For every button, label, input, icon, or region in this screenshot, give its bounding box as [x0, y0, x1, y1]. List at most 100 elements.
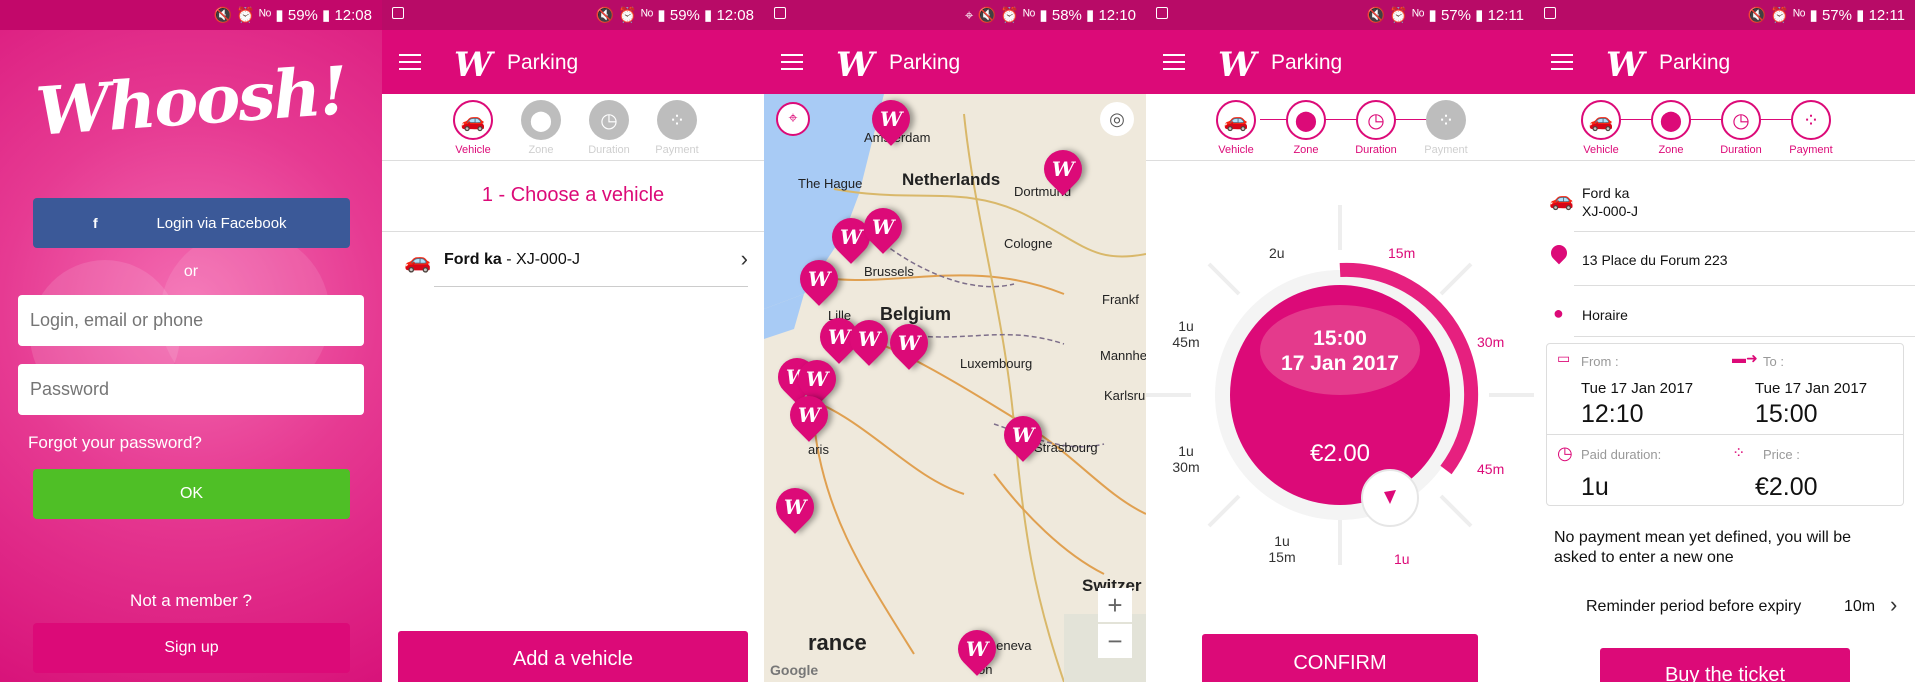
app-bar: W Parking	[1146, 30, 1534, 94]
step-label: Vehicle	[455, 144, 491, 156]
facebook-login-button[interactable]: f Login via Facebook	[33, 198, 350, 248]
whoosh-w-icon: W	[807, 266, 831, 291]
app-logo: W	[1218, 45, 1256, 85]
clock-icon: ◷	[1721, 100, 1761, 140]
ok-button[interactable]: OK	[33, 469, 350, 519]
step-label: Zone	[1293, 144, 1319, 156]
map-label: Frankf	[1102, 292, 1139, 307]
map-label: aris	[808, 442, 829, 457]
password-input[interactable]	[18, 364, 364, 415]
menu-icon[interactable]	[1163, 54, 1185, 70]
car-icon: 🚗	[453, 100, 493, 140]
step-label: Duration	[1720, 144, 1762, 156]
divider	[1574, 231, 1915, 232]
summary-zone: 13 Place du Forum 223	[1582, 252, 1728, 268]
paid-duration-value: 1u	[1581, 473, 1609, 501]
dial-label: 1u 30m	[1172, 443, 1200, 475]
status-bar: 🔇 ⏰ ᴺᵒ ▮ 59% ▮ 12:08	[382, 0, 764, 30]
menu-icon[interactable]	[399, 54, 421, 70]
location-pin-icon	[1547, 241, 1571, 265]
car-icon: 🚗	[1216, 100, 1256, 140]
dial-label: 1u 15m	[1268, 533, 1296, 565]
whoosh-w-icon: W	[965, 636, 989, 661]
login-input[interactable]	[18, 295, 364, 346]
app-title: Parking	[1271, 51, 1343, 74]
zoom-out-button[interactable]: −	[1098, 624, 1132, 658]
summary-screen: 🔇 ⏰ ᴺᵒ ▮ 57% ▮ 12:11 W Parking 🚗 Vehicle …	[1534, 0, 1915, 682]
confirm-button[interactable]: CONFIRM	[1202, 634, 1478, 682]
map-label: Brussels	[864, 264, 914, 279]
reminder-row[interactable]: Reminder period before expiry 10m ›	[1534, 592, 1915, 624]
to-date: Tue 17 Jan 2017	[1755, 380, 1868, 397]
whoosh-w-icon: W	[879, 106, 903, 131]
divider	[1574, 285, 1915, 286]
whoosh-logo: Whoosh!	[33, 51, 349, 151]
my-location-icon[interactable]: ◎	[1100, 102, 1134, 136]
step-label: Duration	[588, 144, 630, 156]
step-payment: ⁘ Payment	[1415, 100, 1477, 156]
status-bar: 🔇 ⏰ ᴺᵒ ▮ 57% ▮ 12:11	[1146, 0, 1534, 30]
ticket-details-card: ▭ From : Tue 17 Jan 2017 12:10 ▬➜ To : T…	[1546, 343, 1904, 506]
to-label: To :	[1763, 354, 1784, 369]
step-label: Zone	[1658, 144, 1684, 156]
dial-end-date: 17 Jan 2017	[1281, 352, 1399, 375]
car-arrow-icon: ▬➜	[1732, 350, 1758, 366]
duration-dial[interactable]	[1146, 190, 1534, 610]
buy-ticket-button[interactable]: Buy the ticket	[1600, 648, 1850, 682]
map-view[interactable]: ⌖ ◎ Amsterdam The Hague Netherlands Dort…	[764, 94, 1146, 682]
clock-icon: ◷	[1557, 443, 1573, 463]
gallery-icon	[1156, 7, 1168, 19]
clock-icon: ◷	[1356, 100, 1396, 140]
app-logo: W	[836, 45, 874, 85]
coins-icon: ⁘	[657, 100, 697, 140]
map-label: Luxembourg	[960, 356, 1033, 371]
step-zone[interactable]: ⬤ Zone	[1275, 100, 1337, 156]
step-label: Vehicle	[1218, 144, 1254, 156]
coins-icon: ⁘	[1426, 100, 1466, 140]
step-vehicle[interactable]: 🚗 Vehicle	[442, 100, 504, 156]
price-value: €2.00	[1755, 473, 1818, 501]
divider	[1547, 434, 1903, 435]
step-duration[interactable]: ◷ Duration	[1345, 100, 1407, 156]
step-zone: ⬤ Zone	[510, 100, 572, 156]
step-zone[interactable]: ⬤ Zone	[1640, 100, 1702, 156]
whoosh-w-icon: W	[783, 494, 807, 519]
divider	[1574, 336, 1915, 337]
whoosh-w-icon: W	[797, 402, 821, 427]
vehicle-list-item[interactable]: 🚗 Ford ka - XJ-000-J ›	[382, 234, 764, 286]
clock-icon: ◷	[589, 100, 629, 140]
gallery-icon	[392, 7, 404, 19]
whoosh-w-icon: W	[871, 214, 895, 239]
step-indicator: 🚗 Vehicle ⬤ Zone ◷ Duration ⁘ Payment	[1146, 94, 1534, 161]
menu-icon[interactable]	[1551, 54, 1573, 70]
signup-button[interactable]: Sign up	[33, 623, 350, 673]
coins-icon: ⁘	[1791, 100, 1831, 140]
dial-label: 1u 45m	[1172, 318, 1200, 350]
step-label: Zone	[528, 144, 554, 156]
location-pin-icon: ⬤	[521, 100, 561, 140]
chevron-right-icon: ›	[1890, 592, 1898, 617]
zoom-in-button[interactable]: +	[1098, 588, 1132, 622]
reminder-label: Reminder period before expiry	[1586, 598, 1802, 615]
whoosh-w-icon: W	[839, 224, 863, 249]
step-duration[interactable]: ◷ Duration	[1710, 100, 1772, 156]
step-vehicle[interactable]: 🚗 Vehicle	[1205, 100, 1267, 156]
forgot-password-link[interactable]: Forgot your password?	[28, 433, 202, 453]
add-vehicle-button[interactable]: Add a vehicle	[398, 631, 748, 682]
not-member-text: Not a member ?	[130, 591, 252, 610]
app-title: Parking	[889, 51, 961, 74]
step-label: Payment	[1424, 144, 1468, 156]
step-vehicle[interactable]: 🚗 Vehicle	[1570, 100, 1632, 156]
summary-vehicle-name: Ford ka	[1582, 185, 1630, 201]
app-logo: W	[454, 45, 492, 85]
step-payment[interactable]: ⁘ Payment	[1780, 100, 1842, 156]
from-label: From :	[1581, 354, 1619, 369]
facebook-login-label: Login via Facebook	[156, 214, 287, 232]
status-bar: ⌖ 🔇 ⏰ ᴺᵒ ▮ 58% ▮ 12:10	[764, 0, 1146, 30]
divider	[434, 286, 748, 287]
choose-vehicle-heading: 1 - Choose a vehicle	[481, 184, 665, 206]
menu-icon[interactable]	[781, 54, 803, 70]
dial-label: 45m	[1477, 461, 1505, 477]
gallery-icon	[774, 7, 786, 19]
location-icon[interactable]: ⌖	[776, 102, 810, 136]
